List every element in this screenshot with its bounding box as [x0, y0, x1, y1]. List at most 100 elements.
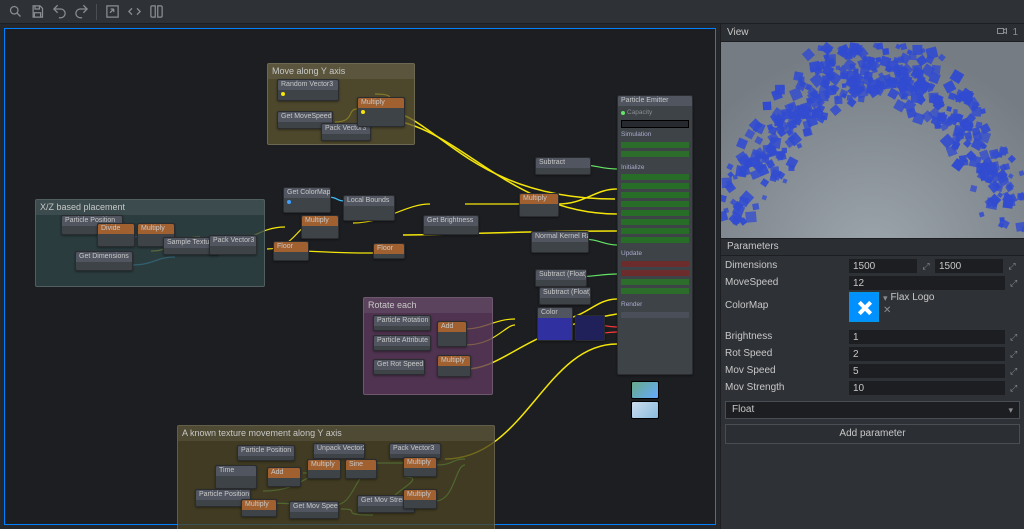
save-icon[interactable] — [26, 1, 48, 23]
node-add-1[interactable]: Add — [437, 321, 467, 347]
node-title: Floor — [374, 244, 404, 254]
node-title: Get Dimensions — [76, 252, 132, 262]
node-title: Particle Emitter — [618, 96, 692, 106]
add-parameter-button[interactable]: Add parameter — [725, 424, 1020, 444]
expand-icon[interactable]: ⤢ — [919, 259, 933, 273]
camera-icon[interactable] — [996, 25, 1008, 41]
node-get-dimensions[interactable]: Get Dimensions — [75, 251, 133, 271]
particle-preview[interactable] — [721, 42, 1024, 238]
node-title: Floor — [274, 242, 308, 252]
redo-icon[interactable] — [70, 1, 92, 23]
movspeed-input[interactable] — [849, 364, 1005, 378]
node-title: Random Vector3 — [278, 80, 338, 90]
group-title: A known texture movement along Y axis — [178, 426, 494, 441]
node-mult-5[interactable]: Multiply — [307, 459, 341, 479]
node-get-brightness[interactable]: Get Brightness — [423, 215, 479, 235]
render-thumbnail-1[interactable] — [631, 381, 659, 399]
node-color[interactable]: Color — [537, 307, 573, 341]
node-floor[interactable]: Floor — [273, 241, 309, 261]
node-mult-6[interactable]: Multiply — [403, 457, 437, 477]
search-icon[interactable] — [4, 1, 26, 23]
node-title: Subtract — [536, 158, 590, 168]
node-random-vector3[interactable]: Random Vector3 — [277, 79, 339, 101]
separator — [96, 4, 97, 20]
node-title: Get ColorMap — [284, 188, 330, 198]
node-title: Pack Vector3 — [390, 444, 440, 454]
param-label: Mov Strength — [725, 382, 849, 394]
emitter-capacity: Capacity — [627, 109, 652, 117]
view-title: View — [727, 27, 749, 39]
node-multiply-1[interactable]: Multiply — [357, 97, 405, 127]
node-multiply-2[interactable]: Multiply — [301, 215, 339, 239]
node-particle-rotation[interactable]: Particle Rotation — [373, 315, 431, 331]
node-subtract-f2[interactable]: Subtract (Float) — [539, 287, 591, 305]
group-title: Move along Y axis — [268, 64, 414, 79]
colormap-clear[interactable]: ✕ — [883, 305, 934, 317]
node-title: Color — [538, 308, 572, 318]
param-label: Brightness — [725, 331, 849, 343]
node-pack-vector3-b[interactable]: Pack Vector3 — [209, 235, 257, 255]
node-get-rotspeed[interactable]: Get Rot Speed — [373, 359, 425, 375]
dimensions-x-input[interactable] — [849, 259, 917, 273]
render-thumbnail-2[interactable] — [631, 401, 659, 419]
colormap-thumbnail[interactable] — [849, 292, 879, 322]
parameters-title: Parameters — [727, 241, 779, 253]
node-graph-canvas[interactable]: Move along Y axis X/Z based placement Ro… — [4, 28, 716, 525]
center-view-icon[interactable] — [101, 1, 123, 23]
node-mult-5a[interactable]: Multiply — [241, 499, 277, 517]
expand-icon[interactable]: ⤢ — [1007, 364, 1020, 378]
code-icon[interactable] — [123, 1, 145, 23]
node-title: Multiply — [404, 490, 436, 500]
node-normal-range[interactable]: Normal Kernel Range — [531, 231, 589, 253]
node-color-b[interactable] — [575, 315, 605, 341]
node-get-colormap[interactable]: Get ColorMap — [283, 187, 331, 213]
node-divide[interactable]: Divide — [97, 223, 135, 247]
node-particle-position-b[interactable]: Particle Position — [237, 445, 295, 461]
node-title: Local Bounds — [344, 196, 394, 206]
node-subtract-f[interactable]: Subtract (Float) — [535, 269, 587, 287]
expand-icon[interactable]: ⤢ — [1005, 259, 1019, 273]
node-title: Time — [216, 466, 256, 476]
expand-icon[interactable]: ⤢ — [1007, 347, 1020, 361]
param-label: Dimensions — [725, 260, 849, 272]
node-title: Normal Kernel Range — [532, 232, 588, 242]
node-multiply-4[interactable]: Multiply — [437, 355, 471, 377]
node-multiply-3[interactable]: Multiply — [519, 193, 559, 217]
rotspeed-input[interactable] — [849, 347, 1005, 361]
docs-icon[interactable] — [145, 1, 167, 23]
node-time[interactable]: Time — [215, 465, 257, 489]
node-title: Particle Rotation — [374, 316, 430, 326]
node-add-2[interactable]: Add — [267, 467, 301, 487]
param-label: MoveSpeed — [725, 277, 849, 289]
node-floor-2[interactable]: Floor — [373, 243, 405, 259]
expand-icon[interactable]: ⤢ — [1007, 381, 1020, 395]
brightness-input[interactable] — [849, 330, 1005, 344]
view-header: View 1 — [721, 24, 1024, 42]
undo-icon[interactable] — [48, 1, 70, 23]
movstrength-input[interactable] — [849, 381, 1005, 395]
node-subtract[interactable]: Subtract — [535, 157, 591, 175]
node-sine[interactable]: Sine — [345, 459, 377, 479]
node-title: Multiply — [520, 194, 558, 204]
node-get-movspeed2[interactable]: Get Mov Speed — [289, 501, 339, 519]
view-count: 1 — [1012, 27, 1018, 39]
node-local-bounds[interactable]: Local Bounds — [343, 195, 395, 221]
dimensions-y-input[interactable] — [935, 259, 1003, 273]
param-colormap: ColorMap ▾ Flax Logo ✕ — [725, 292, 1020, 328]
emitter-render: Render — [621, 301, 642, 309]
toolbar — [0, 0, 1024, 24]
param-type-dropdown[interactable]: Float ▾ — [725, 401, 1020, 419]
node-title: Add — [438, 322, 466, 332]
chevron-down-icon[interactable]: ▾ — [883, 293, 888, 304]
expand-icon[interactable]: ⤢ — [1007, 330, 1020, 344]
parameters-header: Parameters — [721, 238, 1024, 256]
node-mult-6b[interactable]: Multiply — [403, 489, 437, 509]
expand-icon[interactable]: ⤢ — [1007, 276, 1020, 290]
movespeed-input[interactable] — [849, 276, 1005, 290]
node-unpack-vec2[interactable]: Unpack Vector2 — [313, 443, 365, 459]
node-particle-emitter[interactable]: Particle Emitter Capacity Simulation Ini… — [617, 95, 693, 375]
node-title: Subtract (Float) — [540, 288, 590, 298]
dropdown-value: Float — [732, 404, 754, 416]
node-particle-attribute[interactable]: Particle Attribute — [373, 335, 431, 351]
node-title: Multiply — [308, 460, 340, 470]
